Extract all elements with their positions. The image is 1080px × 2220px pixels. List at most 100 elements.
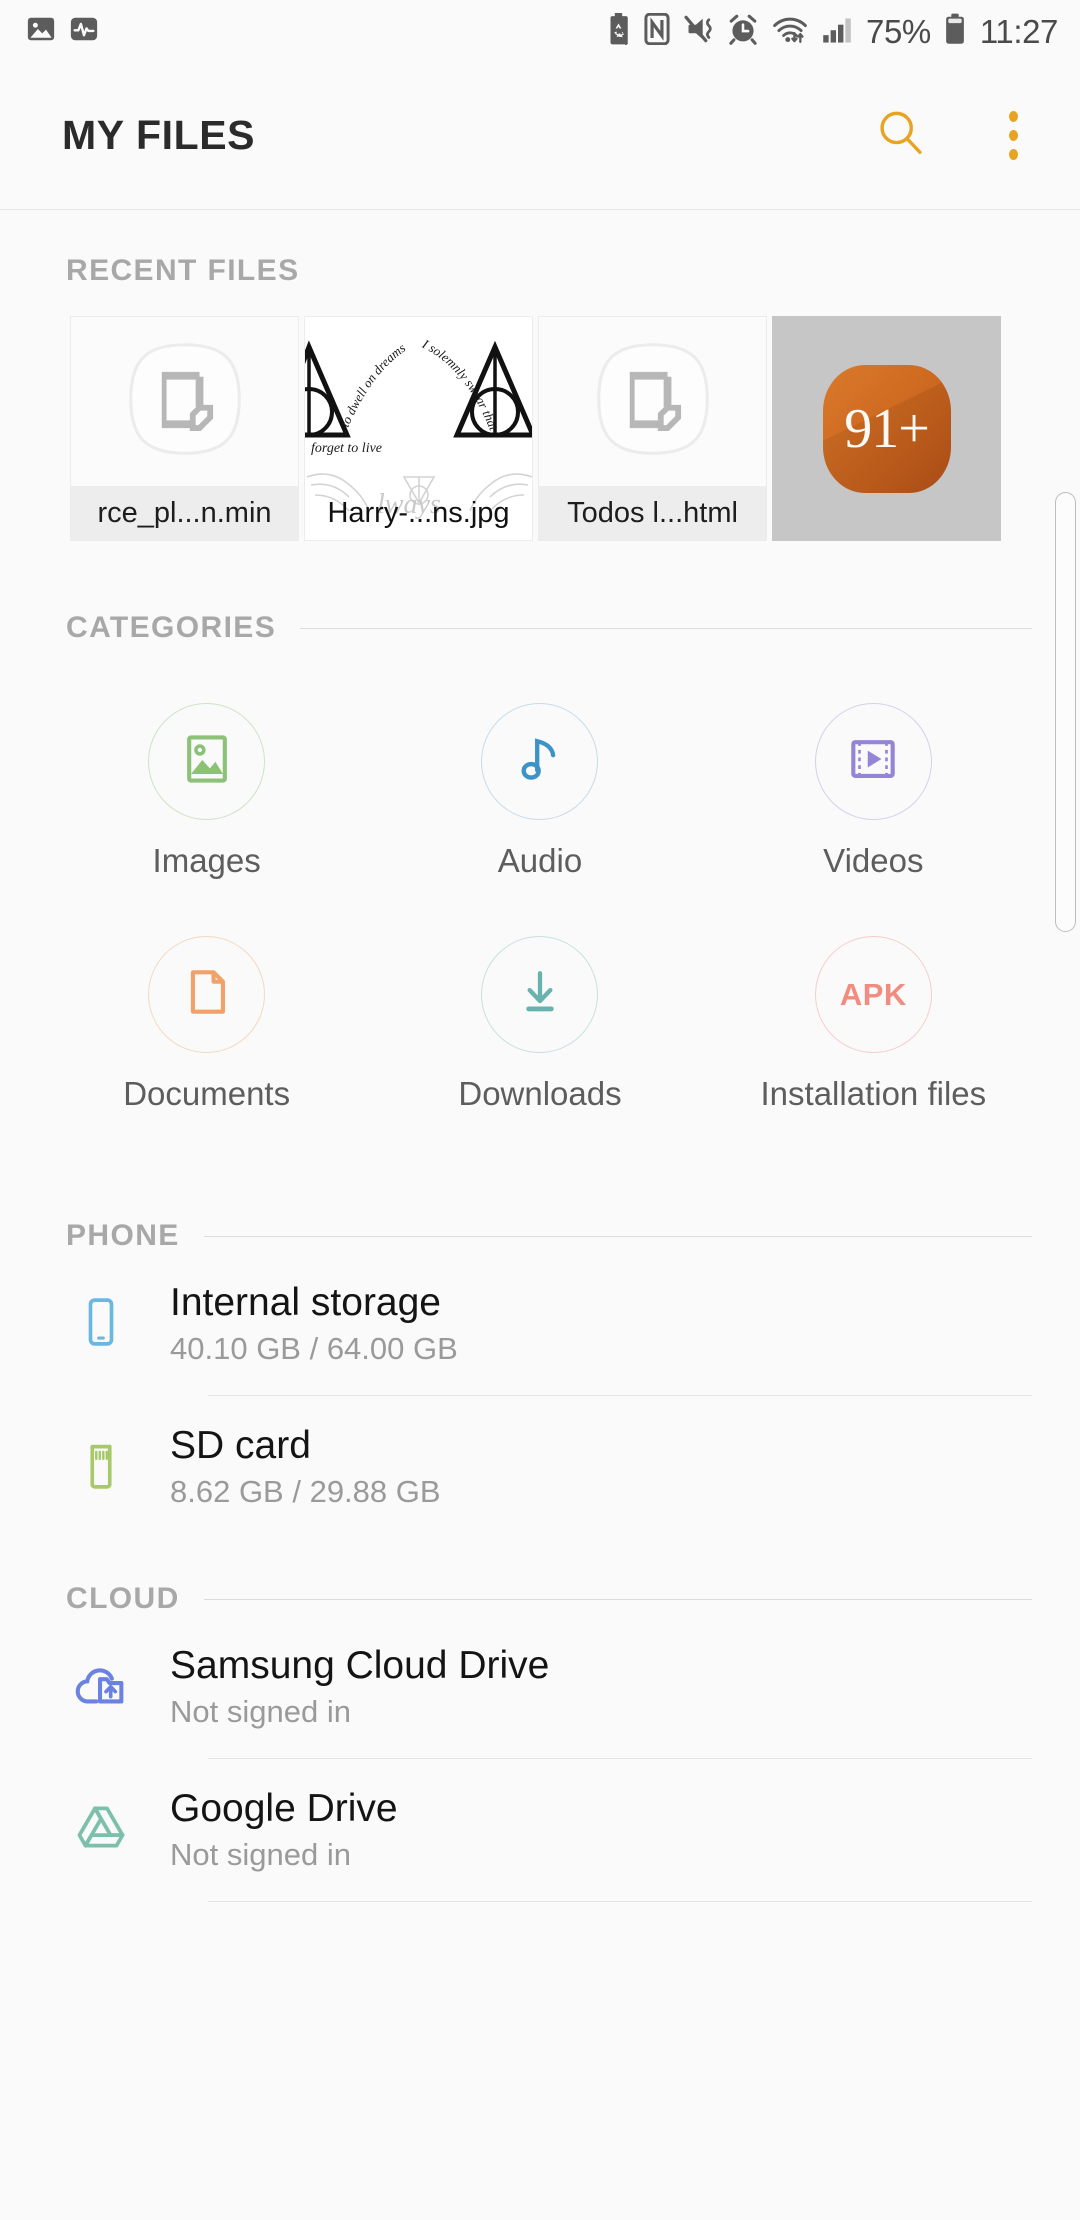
category-item-images[interactable]: Images bbox=[40, 669, 373, 902]
image-icon bbox=[177, 729, 237, 794]
app-bar: MY FILES bbox=[0, 62, 1080, 210]
category-icon-wrapper bbox=[481, 703, 599, 820]
tile-thumbnail bbox=[71, 317, 298, 486]
phone-header: PHONE bbox=[0, 1219, 1080, 1253]
battery-icon bbox=[944, 13, 966, 50]
search-icon bbox=[874, 106, 928, 165]
my-files-screen: 75% 11:27 MY FILES RECENT FILES rce_pl..… bbox=[0, 0, 1080, 2220]
category-icon-wrapper bbox=[481, 936, 599, 1053]
apk-icon: APK bbox=[839, 976, 907, 1012]
signal-bars-icon bbox=[821, 13, 855, 50]
categories-header: CATEGORIES bbox=[0, 611, 1080, 645]
tile-thumbnail bbox=[539, 317, 766, 486]
list-item-title: Samsung Cloud Drive bbox=[170, 1643, 550, 1687]
recent-files-more-tile[interactable]: 91+ bbox=[772, 316, 1001, 541]
category-item-videos[interactable]: Videos bbox=[707, 669, 1040, 902]
list-item-sd-card[interactable]: SD card 8.62 GB / 29.88 GB bbox=[0, 1396, 1080, 1538]
list-item-subtitle: 40.10 GB / 64.00 GB bbox=[170, 1330, 458, 1366]
search-button[interactable] bbox=[862, 97, 940, 175]
row-icon-wrapper bbox=[40, 1437, 162, 1498]
category-label: Downloads bbox=[458, 1075, 622, 1112]
list-item-title: SD card bbox=[170, 1423, 311, 1467]
nfc-icon bbox=[643, 12, 671, 50]
wifi-icon bbox=[770, 13, 810, 50]
content-area: RECENT FILES rce_pl...n.min to dwell on … bbox=[0, 210, 1080, 1902]
activity-notification-icon bbox=[69, 14, 99, 49]
list-item-subtitle: Not signed in bbox=[170, 1836, 351, 1872]
list-item-subtitle: Not signed in bbox=[170, 1693, 351, 1729]
category-label: Images bbox=[152, 842, 261, 879]
list-item-internal-storage[interactable]: Internal storage 40.10 GB / 64.00 GB bbox=[0, 1253, 1080, 1395]
tile-filename: rce_pl...n.min bbox=[71, 486, 298, 540]
category-label: Installation files bbox=[760, 1075, 987, 1112]
clock-label: 11:27 bbox=[979, 12, 1059, 50]
more-files-badge-icon: 91+ bbox=[822, 364, 951, 493]
list-item-samsung-cloud-drive[interactable]: Samsung Cloud Drive Not signed in bbox=[0, 1616, 1080, 1758]
section-divider bbox=[203, 1235, 1032, 1237]
row-text: Google Drive Not signed in bbox=[162, 1786, 398, 1872]
vertical-scrollbar-thumb[interactable] bbox=[1055, 492, 1076, 932]
tile-filename: Harry-...ns.jpg bbox=[327, 496, 510, 529]
overflow-menu-button[interactable] bbox=[974, 97, 1052, 175]
category-icon-wrapper: APK bbox=[814, 936, 932, 1053]
more-files-count: 91+ bbox=[844, 397, 930, 460]
mute-vibrate-icon bbox=[682, 13, 716, 50]
category-label: Documents bbox=[123, 1075, 291, 1112]
phone-label: PHONE bbox=[66, 1219, 180, 1252]
recent-file-tile[interactable]: rce_pl...n.min bbox=[70, 316, 299, 541]
image-notification-icon bbox=[26, 14, 56, 49]
more-vertical-icon bbox=[1008, 111, 1018, 160]
download-icon bbox=[510, 962, 570, 1027]
samsung-cloud-icon bbox=[70, 1654, 132, 1721]
category-icon-wrapper bbox=[814, 703, 932, 820]
app-bar-actions bbox=[862, 97, 1052, 175]
category-icon-wrapper bbox=[148, 703, 266, 820]
recent-files-strip[interactable]: rce_pl...n.min to dwell on dreams I sole… bbox=[0, 288, 1080, 541]
image-preview-thumbnail: to dwell on dreams I solemnly swear that… bbox=[305, 317, 532, 540]
row-text: SD card 8.62 GB / 29.88 GB bbox=[162, 1423, 441, 1509]
cloud-header: CLOUD bbox=[0, 1582, 1080, 1616]
document-icon bbox=[177, 962, 237, 1027]
phone-storage-list: Internal storage 40.10 GB / 64.00 GB SD … bbox=[0, 1253, 1080, 1538]
status-bar-system-icons: 75% 11:27 bbox=[605, 12, 1059, 50]
row-icon-wrapper bbox=[40, 1654, 162, 1721]
category-label: Audio bbox=[497, 842, 583, 879]
section-divider bbox=[203, 1598, 1032, 1600]
svg-text:forget to live: forget to live bbox=[311, 441, 382, 456]
list-item-title: Internal storage bbox=[170, 1280, 442, 1324]
alarm-icon bbox=[727, 13, 759, 50]
row-icon-wrapper bbox=[40, 1294, 162, 1355]
list-item-title: Google Drive bbox=[170, 1786, 398, 1830]
list-item-subtitle: 8.62 GB / 29.88 GB bbox=[170, 1473, 441, 1509]
cloud-label: CLOUD bbox=[66, 1582, 180, 1615]
categories-grid: Images Audio Videos Documents Downloads … bbox=[0, 645, 1080, 1135]
generic-file-icon bbox=[123, 337, 247, 466]
row-text: Samsung Cloud Drive Not signed in bbox=[162, 1643, 550, 1729]
generic-file-icon bbox=[591, 337, 715, 466]
category-label: Videos bbox=[823, 842, 924, 879]
page-title: MY FILES bbox=[62, 112, 256, 158]
recent-files-label: RECENT FILES bbox=[66, 254, 300, 287]
recent-files-header: RECENT FILES bbox=[0, 210, 1080, 288]
status-bar: 75% 11:27 bbox=[0, 0, 1080, 62]
row-text: Internal storage 40.10 GB / 64.00 GB bbox=[162, 1280, 458, 1366]
section-divider bbox=[300, 627, 1032, 629]
video-film-icon bbox=[843, 729, 903, 794]
category-item-audio[interactable]: Audio bbox=[373, 669, 706, 902]
category-icon-wrapper bbox=[148, 936, 266, 1053]
list-divider bbox=[208, 1901, 1032, 1902]
battery-percent-label: 75% bbox=[866, 12, 931, 50]
category-item-installation-files[interactable]: APK Installation files bbox=[707, 902, 1040, 1135]
recent-file-tile[interactable]: to dwell on dreams I solemnly swear that… bbox=[304, 316, 533, 541]
music-note-icon bbox=[510, 729, 570, 794]
phone-icon bbox=[73, 1294, 129, 1355]
category-item-documents[interactable]: Documents bbox=[40, 902, 373, 1135]
status-bar-notifications bbox=[26, 14, 99, 49]
tile-filename: Todos l...html bbox=[539, 486, 766, 540]
list-item-google-drive[interactable]: Google Drive Not signed in bbox=[0, 1759, 1080, 1901]
recent-file-tile[interactable]: Todos l...html bbox=[538, 316, 767, 541]
battery-saver-icon bbox=[605, 12, 632, 50]
category-item-downloads[interactable]: Downloads bbox=[373, 902, 706, 1135]
categories-label: CATEGORIES bbox=[66, 611, 277, 644]
google-drive-icon bbox=[71, 1798, 131, 1863]
